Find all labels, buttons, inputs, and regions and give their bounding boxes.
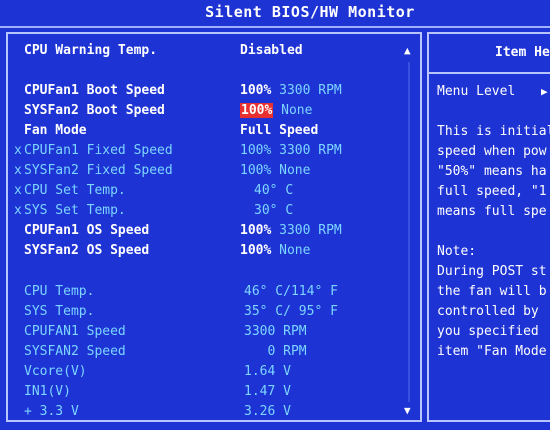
setting-row[interactable]: x CPU Set Temp. 40° C <box>8 183 418 203</box>
setting-value[interactable]: 100% 3300 RPM <box>240 143 342 158</box>
setting-value-text: Disabled <box>240 43 303 58</box>
setting-value[interactable]: 100% None <box>240 243 310 258</box>
monitor-row: + 3.3 V 3.26 V <box>8 404 418 424</box>
monitor-value: 1.64 V <box>244 364 291 379</box>
menu-level-arrow-icon: ▶ <box>541 85 548 98</box>
setting-value[interactable]: 40° C <box>254 183 293 198</box>
monitor-row: CPUFAN1 Speed 3300 RPM <box>8 324 418 344</box>
setting-value[interactable]: 100% 3300 RPM <box>240 83 342 98</box>
setting-percent: 100% <box>240 83 272 98</box>
setting-row[interactable]: SYSFan2 Boot Speed 100% None <box>8 103 418 123</box>
menu-level-label: Menu Level <box>437 84 516 99</box>
monitor-label: CPU Temp. <box>24 284 95 299</box>
monitor-value: 0 RPM <box>244 344 307 359</box>
monitor-row: IN1(V) 1.47 V <box>8 384 418 404</box>
help-title: Item Help <box>495 45 550 60</box>
setting-label: SYSFan2 Fixed Speed <box>24 163 173 178</box>
help-text-line: "50%" means ha <box>437 164 547 179</box>
monitor-row: CPU Temp. 46° C/114° F <box>8 284 418 304</box>
setting-label: SYSFan2 OS Speed <box>24 243 150 258</box>
setting-row[interactable]: CPU Warning Temp. Disabled <box>8 43 418 63</box>
setting-value[interactable]: 100% None <box>240 163 310 178</box>
setting-label: CPU Warning Temp. <box>24 43 158 58</box>
setting-unit: C <box>285 203 294 218</box>
setting-unit: None <box>281 103 313 118</box>
help-text-line: Note: <box>437 244 477 259</box>
setting-label: Fan Mode <box>24 123 87 138</box>
help-text-line: you specified <box>437 324 539 339</box>
bios-screen: Silent BIOS/HW Monitor ▲ ▼ CPU Warning T… <box>0 0 550 430</box>
setting-unit: C <box>285 183 294 198</box>
setting-row[interactable]: CPUFan1 Boot Speed 100% 3300 RPM <box>8 83 418 103</box>
setting-row[interactable]: SYSFan2 OS Speed 100% None <box>8 243 418 263</box>
disabled-mark-icon: x <box>14 143 22 158</box>
monitor-label: Vcore(V) <box>24 364 87 379</box>
setting-row[interactable]: x CPUFan1 Fixed Speed 100% 3300 RPM <box>8 143 418 163</box>
monitor-label: + 3.3 V <box>24 404 79 419</box>
monitor-value: 3300 RPM <box>244 324 307 339</box>
help-text-line: speed when pow <box>437 144 547 159</box>
monitor-value: 1.47 V <box>244 384 291 399</box>
setting-percent: 100% <box>240 243 272 258</box>
monitor-label: CPUFAN1 Speed <box>24 324 126 339</box>
monitor-label: SYS Temp. <box>24 304 95 319</box>
setting-label: CPUFan1 Boot Speed <box>24 83 165 98</box>
disabled-mark-icon: x <box>14 203 22 218</box>
setting-label: SYS Set Temp. <box>24 203 126 218</box>
help-text-line: During POST st <box>437 264 547 279</box>
setting-row[interactable]: x SYSFan2 Fixed Speed 100% None <box>8 163 418 183</box>
setting-percent: 100% <box>240 103 274 118</box>
help-text-line: means full spe <box>437 204 547 219</box>
setting-percent: 100% <box>240 163 272 178</box>
setting-value[interactable]: 100% 3300 RPM <box>240 223 342 238</box>
setting-percent: 100% <box>240 223 272 238</box>
setting-label: CPU Set Temp. <box>24 183 126 198</box>
monitor-row: SYS Temp. 35° C/ 95° F <box>8 304 418 324</box>
monitor-row: SYSFAN2 Speed 0 RPM <box>8 344 418 364</box>
monitor-value: 3.26 V <box>244 404 291 419</box>
disabled-mark-icon: x <box>14 163 22 178</box>
setting-label: CPUFan1 OS Speed <box>24 223 150 238</box>
setting-unit: None <box>279 163 311 178</box>
help-text-line: item "Fan Mode <box>437 344 547 359</box>
setting-value[interactable]: 30° C <box>254 203 293 218</box>
setting-value[interactable]: 100% None <box>240 103 312 118</box>
help-text-line: full speed, "1 <box>437 184 547 199</box>
setting-row[interactable]: Fan Mode Full Speed <box>8 123 418 143</box>
monitor-label: IN1(V) <box>24 384 71 399</box>
help-text-line: This is initial <box>437 124 550 139</box>
setting-label: CPUFan1 Fixed Speed <box>24 143 173 158</box>
title-bar: Silent BIOS/HW Monitor <box>0 0 550 28</box>
monitor-row: Vcore(V) 1.64 V <box>8 364 418 384</box>
monitor-value: 35° C/ 95° F <box>244 304 338 319</box>
disabled-mark-icon: x <box>14 183 22 198</box>
help-text-line: controlled by <box>437 304 539 319</box>
setting-row[interactable]: CPUFan1 OS Speed 100% 3300 RPM <box>8 223 418 243</box>
setting-percent: 100% <box>240 143 272 158</box>
monitor-value: 46° C/114° F <box>244 284 338 299</box>
help-text-line: the fan will b <box>437 284 547 299</box>
setting-value[interactable]: Full Speed <box>240 123 318 138</box>
setting-unit: 3300 RPM <box>279 223 342 238</box>
item-help-panel: Item Help Menu Level ▶ This is initial sp… <box>427 32 550 422</box>
page-title: Silent BIOS/HW Monitor <box>205 3 415 21</box>
setting-row[interactable]: x SYS Set Temp. 30° C <box>8 203 418 223</box>
setting-label: SYSFan2 Boot Speed <box>24 103 165 118</box>
setting-percent: 30° <box>254 203 278 218</box>
setting-unit: 3300 RPM <box>279 143 342 158</box>
setting-value-text: Full Speed <box>240 123 319 138</box>
setting-value[interactable]: Disabled <box>240 43 303 58</box>
monitor-label: SYSFAN2 Speed <box>24 344 126 359</box>
setting-unit: None <box>279 243 311 258</box>
settings-panel: ▲ ▼ CPU Warning Temp. Disabled CPUFan1 Boo… <box>6 32 422 422</box>
setting-percent: 40° <box>254 183 278 198</box>
help-header: Item Help <box>429 34 550 74</box>
setting-unit: 3300 RPM <box>279 83 342 98</box>
